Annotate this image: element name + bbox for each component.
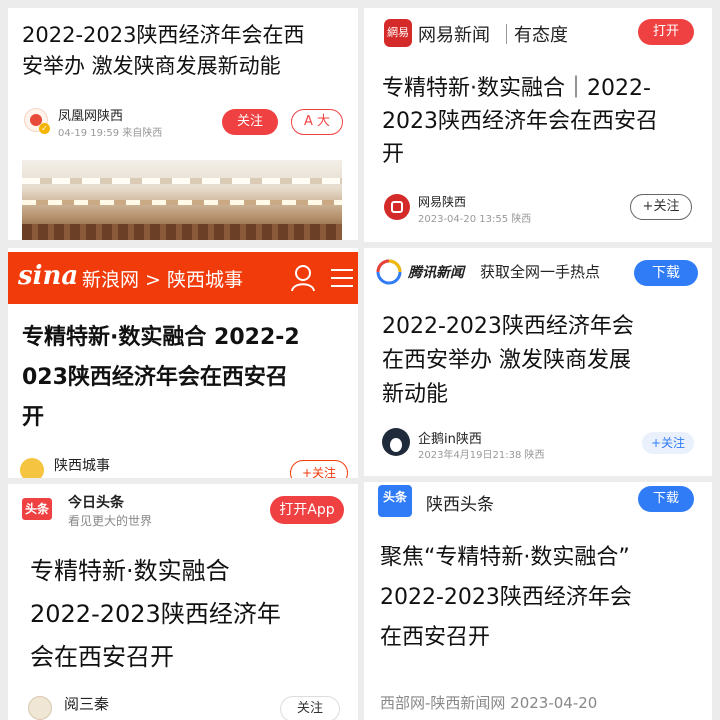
app-name: 网易新闻 bbox=[418, 25, 490, 46]
follow-button[interactable]: 关注 bbox=[222, 109, 278, 135]
headline-line: 开 bbox=[382, 142, 405, 167]
brand-name: 腾讯新闻 bbox=[408, 265, 464, 281]
author-name[interactable]: 凤凰网陕西 bbox=[58, 105, 123, 124]
shaanxi-toutiao-logo-icon: 头条 bbox=[378, 485, 412, 517]
headline-line: 聚焦“专精特新·数实融合” bbox=[380, 545, 630, 570]
headline-line: 2022-2023陕西经济年会在西 bbox=[22, 23, 305, 47]
headline-line: 2022-2023陕西经济年 bbox=[30, 600, 281, 628]
publish-meta: 2023年4月19日21:38 陕西 bbox=[418, 450, 545, 461]
publish-meta: 04-19 19:59 来自陕西 bbox=[58, 128, 163, 139]
article-image[interactable] bbox=[22, 160, 342, 240]
headline-line: 专精特新·数实融合 2022-2 bbox=[22, 325, 300, 350]
avatar[interactable] bbox=[28, 696, 52, 720]
source-line: 西部网-陕西新闻网 2023-04-20 bbox=[380, 694, 598, 712]
download-button[interactable]: 下载 bbox=[638, 486, 694, 512]
tencent-news-logo-icon bbox=[376, 259, 402, 285]
panel-toutiao: 头条 今日头条 看见更大的世界 打开App 专精特新·数实融合 2022-202… bbox=[8, 484, 358, 720]
headline-line: 专精特新·数实融合｜2022- bbox=[382, 76, 651, 101]
open-app-button[interactable]: 打开App bbox=[270, 496, 344, 524]
headline[interactable]: 2022-2023陕西经济年会 在西安举办 激发陕商发展 新动能 bbox=[382, 310, 708, 412]
headline[interactable]: 专精特新·数实融合｜2022- 2023陕西经济年会在西安召 开 bbox=[382, 72, 704, 171]
headline-line: 开 bbox=[22, 405, 45, 430]
author-name[interactable]: 网易陕西 bbox=[418, 193, 466, 210]
shaanxi-toutiao-logo-text: 头条 bbox=[382, 490, 407, 504]
breadcrumb[interactable]: 新浪网 > 陕西城事 bbox=[82, 265, 243, 292]
headline[interactable]: 专精特新·数实融合 2022-2023陕西经济年 会在西安召开 bbox=[30, 550, 356, 679]
audience-row bbox=[22, 224, 342, 240]
avatar[interactable] bbox=[382, 428, 410, 456]
headline-line: 023陕西经济年会在西安召 bbox=[22, 365, 288, 390]
slogan: 有态度 bbox=[514, 25, 568, 46]
ceiling-light bbox=[22, 200, 342, 205]
headline-line: 会在西安召开 bbox=[30, 643, 174, 671]
headline-line: 专精特新·数实融合 bbox=[30, 557, 230, 585]
toutiao-logo-icon: 头条 bbox=[22, 498, 52, 520]
panel-tencent: 腾讯新闻 获取全网一手热点 下载 2022-2023陕西经济年会 在西安举办 激… bbox=[364, 248, 712, 476]
slogan: 看见更大的世界 bbox=[68, 514, 153, 528]
follow-button[interactable]: +关注 bbox=[630, 194, 692, 220]
headline-line: 2023陕西经济年会在西安召 bbox=[382, 109, 658, 134]
toutiao-logo-text: 头条 bbox=[24, 502, 49, 516]
author-name[interactable]: 阅三秦 bbox=[64, 693, 109, 714]
download-button[interactable]: 下载 bbox=[634, 260, 698, 286]
headline-line: 在西安召开 bbox=[380, 625, 491, 650]
netease-logo-icon: 網易 bbox=[384, 19, 412, 47]
headline-line: 安举办 激发陕商发展新动能 bbox=[22, 54, 281, 78]
author-name[interactable]: 陕西城事 bbox=[54, 455, 110, 475]
tagline: 获取全网一手热点 bbox=[480, 263, 601, 281]
netease-logo-text: 網易 bbox=[387, 26, 409, 39]
avatar[interactable]: ✓ bbox=[24, 108, 50, 134]
headline-line: 2022-2023陕西经济年会 bbox=[380, 585, 632, 610]
font-size-label: A 大 bbox=[303, 114, 331, 129]
headline[interactable]: 2022-2023陕西经济年会在西 安举办 激发陕商发展新动能 bbox=[22, 20, 352, 82]
panel-ifeng-shaanxi: 2022-2023陕西经济年会在西 安举办 激发陕商发展新动能 ✓ 凤凰网陕西 … bbox=[8, 8, 358, 240]
ceiling-light bbox=[22, 178, 342, 184]
headline-line: 2022-2023陕西经济年会 bbox=[382, 314, 634, 339]
app-name: 今日头条 bbox=[68, 495, 124, 511]
headline[interactable]: 专精特新·数实融合 2022-2 023陕西经济年会在西安召 开 bbox=[22, 318, 356, 438]
app-name: 陕西头条 bbox=[426, 495, 494, 515]
publish-meta: 2023-04-20 13:55 陕西 bbox=[418, 214, 532, 225]
open-app-button[interactable]: 打开 bbox=[638, 19, 694, 45]
divider bbox=[506, 24, 507, 44]
panel-netease: 網易 网易新闻 有态度 打开 专精特新·数实融合｜2022- 2023陕西经济年… bbox=[364, 8, 712, 242]
user-icon[interactable] bbox=[290, 264, 316, 292]
sina-header: sina 新浪网 > 陕西城事 bbox=[8, 252, 358, 304]
font-size-button[interactable]: A 大 bbox=[291, 109, 343, 135]
panel-shaanxi-toutiao: 头条 陕西头条 下载 聚焦“专精特新·数实融合” 2022-2023陕西经济年会… bbox=[364, 482, 712, 720]
author-name[interactable]: 企鹅in陕西 bbox=[418, 428, 482, 447]
follow-button[interactable]: 关注 bbox=[280, 696, 340, 720]
avatar[interactable] bbox=[20, 458, 44, 478]
follow-button[interactable]: +关注 bbox=[290, 460, 348, 478]
netease-avatar-icon bbox=[391, 201, 403, 213]
headline-line: 在西安举办 激发陕商发展 bbox=[382, 348, 631, 373]
avatar[interactable] bbox=[384, 194, 410, 220]
headline-line: 新动能 bbox=[382, 382, 449, 407]
panel-sina: sina 新浪网 > 陕西城事 专精特新·数实融合 2022-2 023陕西经济… bbox=[8, 248, 358, 478]
penguin-icon bbox=[390, 438, 402, 452]
sina-logo[interactable]: sina bbox=[18, 261, 78, 291]
follow-button[interactable]: +关注 bbox=[642, 432, 694, 454]
verified-badge-icon: ✓ bbox=[39, 123, 50, 134]
menu-icon[interactable] bbox=[330, 266, 354, 290]
headline[interactable]: 聚焦“专精特新·数实融合” 2022-2023陕西经济年会 在西安召开 bbox=[380, 538, 710, 658]
